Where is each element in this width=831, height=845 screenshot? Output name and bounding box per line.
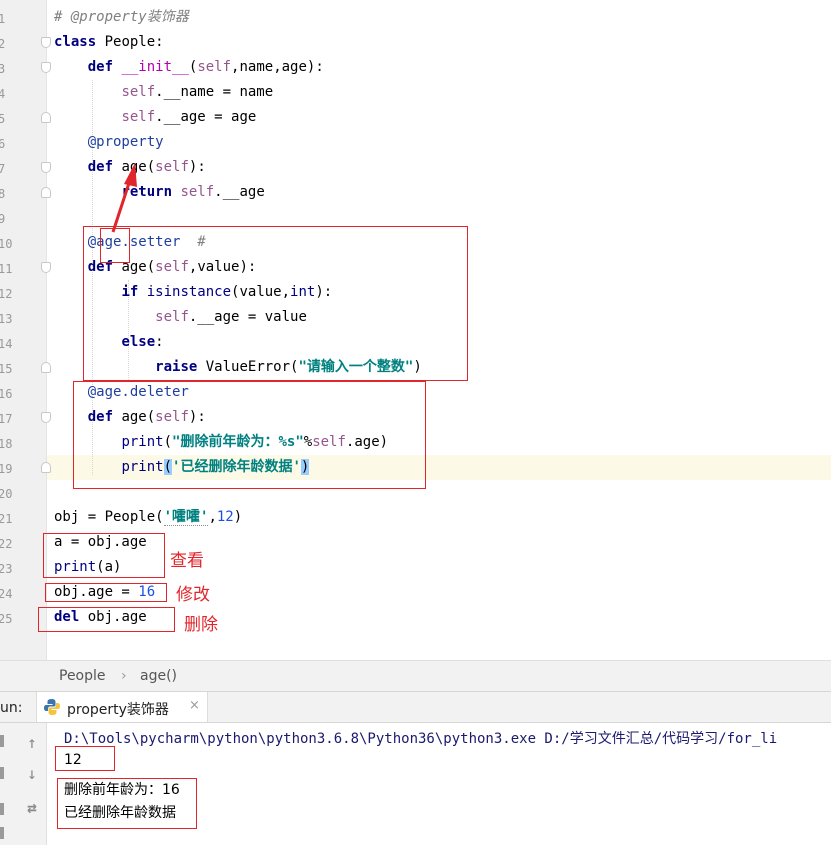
line-number: 2 <box>0 37 6 51</box>
line-number: 18 <box>0 437 13 451</box>
code-line-6: @property <box>87 134 164 150</box>
fold-marker-icon[interactable] <box>41 262 51 273</box>
line-number: 10 <box>0 237 13 251</box>
line-number: 5 <box>0 112 6 126</box>
toolbar-edge-marker <box>0 803 4 815</box>
annotation-delete: 删除 <box>184 615 218 635</box>
breadcrumb-separator: › <box>121 668 127 684</box>
run-console[interactable]: D:\Tools\pycharm\python\python3.6.8\Pyth… <box>47 723 831 845</box>
line-number: 3 <box>0 62 6 76</box>
code-line-11: def age(self,value): <box>87 259 257 275</box>
run-toolbar: ↑ ↓ ⇄ <box>0 723 47 845</box>
line-number: 16 <box>0 387 13 401</box>
code-line-7: def age(self): <box>87 159 206 175</box>
line-number: 4 <box>0 87 6 101</box>
line-number: 11 <box>0 262 13 276</box>
code-line-24: obj.age = 16 <box>54 584 156 600</box>
fold-marker-icon[interactable] <box>41 162 51 173</box>
fold-marker-icon[interactable] <box>41 37 51 48</box>
code-line-16: @age.deleter <box>87 384 189 400</box>
line-number: 13 <box>0 312 13 326</box>
code-line-23: print(a) <box>54 559 122 575</box>
fold-marker-icon[interactable] <box>41 62 51 73</box>
line-number: 7 <box>0 162 6 176</box>
line-number: 24 <box>0 587 13 601</box>
run-label: un: <box>0 700 23 716</box>
toolbar-edge-marker <box>0 827 4 839</box>
up-arrow-icon[interactable]: ↑ <box>22 733 42 753</box>
code-line-2: class People: <box>54 34 164 50</box>
line-number: 15 <box>0 362 13 376</box>
toolbar-edge-marker <box>0 767 4 779</box>
run-tab-label: property装饰器 <box>67 702 169 718</box>
code-line-18: print("删除前年龄为：%s"%self.age) <box>121 434 389 450</box>
fold-marker-icon[interactable] <box>41 412 51 423</box>
code-line-19: print('已经删除年龄数据') <box>121 459 310 475</box>
python-icon <box>44 699 60 715</box>
code-line-17: def age(self): <box>87 409 206 425</box>
code-line-5: self.__age = age <box>121 109 257 125</box>
annotation-view: 查看 <box>170 551 204 571</box>
console-output-line: 已经删除年龄数据 <box>64 805 176 821</box>
fold-end-icon[interactable] <box>41 362 51 373</box>
code-line-3: def __init__(self,name,age): <box>87 59 324 75</box>
fold-end-icon[interactable] <box>41 112 51 123</box>
editor-gutter: 1 2 3 4 5 6 7 8 9 10 11 12 13 14 15 16 1… <box>0 0 47 660</box>
line-number: 25 <box>0 612 13 626</box>
line-number: 20 <box>0 487 13 501</box>
code-line-8: return self.__age <box>121 184 265 200</box>
code-line-4: self.__name = name <box>121 84 274 100</box>
breadcrumb-class[interactable]: People <box>59 668 106 684</box>
line-number: 21 <box>0 512 13 526</box>
code-line-1: # @property装饰器 <box>54 9 189 25</box>
line-number: 22 <box>0 537 13 551</box>
breadcrumb: People › age() <box>0 660 831 691</box>
line-number: 14 <box>0 337 13 351</box>
run-tab[interactable]: property装饰器 × <box>36 692 208 722</box>
code-line-13: self.__age = value <box>155 309 307 325</box>
line-number: 12 <box>0 287 13 301</box>
code-line-25: del obj.age <box>54 609 147 625</box>
fold-end-icon[interactable] <box>41 462 51 473</box>
code-line-21: obj = People('嚯嚯',12) <box>54 509 243 526</box>
close-icon[interactable]: × <box>189 698 200 713</box>
code-line-10: @age.setter # <box>87 234 206 250</box>
code-line-14: else: <box>121 334 164 350</box>
line-number: 19 <box>0 462 13 476</box>
soft-wrap-icon[interactable]: ⇄ <box>22 798 42 818</box>
code-line-12: if isinstance(value,int): <box>121 284 333 300</box>
line-number: 9 <box>0 212 6 226</box>
line-number: 6 <box>0 137 6 151</box>
line-number: 17 <box>0 412 13 426</box>
code-editor[interactable]: 1 2 3 4 5 6 7 8 9 10 11 12 13 14 15 16 1… <box>0 0 831 660</box>
code-line-15: raise ValueError("请输入一个整数") <box>155 359 422 375</box>
console-output-line: 删除前年龄为：16 <box>64 782 180 798</box>
console-output-line: 12 <box>64 752 82 768</box>
fold-end-icon[interactable] <box>41 187 51 198</box>
line-number: 23 <box>0 562 13 576</box>
breadcrumb-method[interactable]: age() <box>140 668 177 684</box>
run-tool-window-header: un: property装饰器 × <box>0 691 831 723</box>
annotation-modify: 修改 <box>176 585 210 605</box>
code-line-22: a = obj.age <box>54 534 147 550</box>
down-arrow-icon[interactable]: ↓ <box>22 764 42 784</box>
line-number: 8 <box>0 187 6 201</box>
toolbar-edge-marker <box>0 735 4 747</box>
line-number: 1 <box>0 12 6 26</box>
console-command-line: D:\Tools\pycharm\python\python3.6.8\Pyth… <box>64 731 778 747</box>
